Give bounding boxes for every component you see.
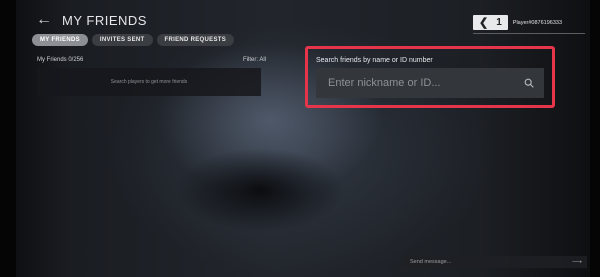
- search-input[interactable]: [326, 76, 510, 90]
- player-info: ❮ 1 Player#0876196333: [473, 15, 562, 30]
- screen-bezel-left: [0, 0, 16, 277]
- level-badge[interactable]: ❮ 1: [473, 15, 508, 30]
- tab-friend-requests[interactable]: FRIEND REQUESTS: [156, 34, 235, 46]
- search-label: Search friends by name or ID number: [316, 57, 433, 64]
- chevron-left-icon: ❮: [479, 17, 489, 29]
- send-arrow-icon[interactable]: ⟶: [572, 259, 582, 266]
- tab-bar: MY FRIENDS INVITES SENT FRIEND REQUESTS: [32, 34, 235, 46]
- filter-dropdown[interactable]: Filter: All: [243, 57, 266, 63]
- player-id: Player#0876196333: [512, 19, 563, 26]
- empty-state-text: Search players to get more friends: [110, 79, 188, 85]
- header: ← MY FRIENDS: [36, 12, 147, 28]
- friends-count: My Friends 0/256: [37, 57, 84, 63]
- search-field[interactable]: [316, 68, 544, 98]
- screen-bezel-right: [590, 0, 600, 277]
- message-bar[interactable]: ⟶: [403, 256, 587, 268]
- tab-invites-sent[interactable]: INVITES SENT: [91, 34, 153, 46]
- friends-list-empty: Search players to get more friends: [37, 68, 261, 96]
- tab-my-friends[interactable]: MY FRIENDS: [32, 34, 88, 46]
- search-icon[interactable]: [524, 78, 534, 88]
- player-divider: [473, 33, 585, 34]
- player-level: 1: [496, 17, 502, 28]
- page-title: MY FRIENDS: [62, 12, 147, 28]
- message-input[interactable]: [408, 258, 562, 266]
- background-silhouette: [140, 120, 380, 240]
- back-arrow-icon[interactable]: ←: [36, 12, 52, 28]
